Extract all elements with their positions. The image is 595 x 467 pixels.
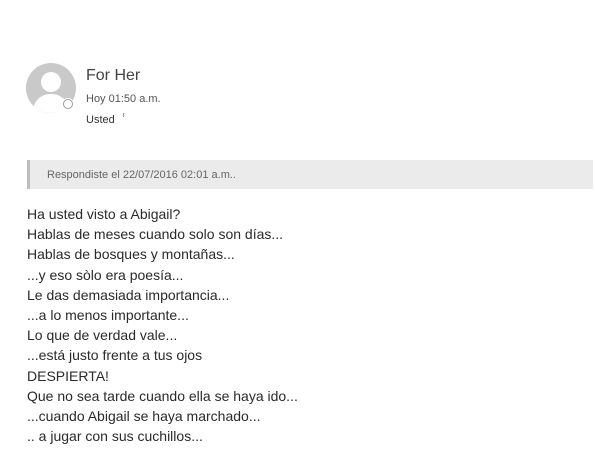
sent-time: Hoy 01:50 a.m. <box>86 93 161 105</box>
body-line: ...y eso sòlo era poesía... <box>27 266 184 283</box>
message-header: For Her Hoy 01:50 a.m. Usted ⸯ <box>26 63 586 133</box>
body-line: Que no sea tarde cuando ella se haya ido… <box>27 387 298 404</box>
recipient-label: Usted <box>86 114 115 126</box>
double-chevron-down-icon: ⸯ <box>120 115 127 126</box>
body-line: DESPIERTA! <box>27 367 109 384</box>
body-line: ...cuando Abigail se haya marchado... <box>27 408 261 425</box>
body-line: Hablas de meses cuando solo son días... <box>27 226 284 243</box>
sender-name[interactable]: For Her <box>86 67 140 85</box>
body-line: Hablas de bosques y montañas... <box>27 246 235 263</box>
replied-banner-text: Respondiste el 22/07/2016 02:01 a.m.. <box>47 169 236 181</box>
message-body: Ha usted visto a Abigail? Hablas de mese… <box>27 204 587 446</box>
recipient-toggle[interactable]: Usted ⸯ <box>86 112 127 126</box>
body-line: .. a jugar con sus cuchillos... <box>27 428 203 445</box>
presence-status-icon <box>62 98 74 110</box>
body-line: ...a lo menos importante... <box>27 307 189 324</box>
body-line: Ha usted visto a Abigail? <box>27 206 181 222</box>
body-line: ...está justo frente a tus ojos <box>27 347 203 364</box>
body-line: Le das demasiada importancia... <box>27 286 230 303</box>
body-line: Lo que de verdad vale... <box>27 327 178 344</box>
replied-banner: Respondiste el 22/07/2016 02:01 a.m.. <box>27 160 593 189</box>
